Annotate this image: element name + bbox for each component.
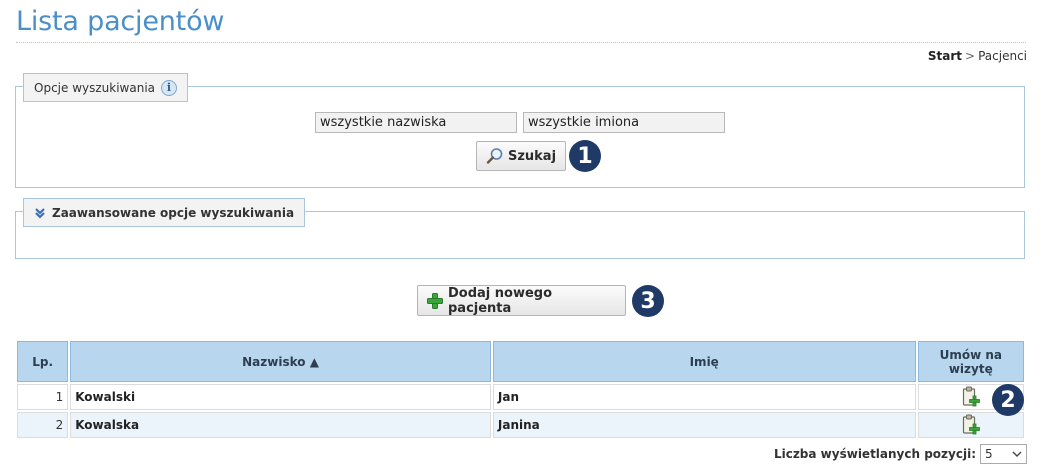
callout-badge-3: 3 [632,285,664,317]
column-header-surname[interactable]: Nazwisko ▲ [70,341,491,382]
page-size-control: Liczba wyświetlanych pozycji: 5 [774,444,1027,464]
search-button[interactable]: Szukaj [476,141,566,171]
search-button-label: Szukaj [507,148,557,164]
column-header-lp: Lp. [17,341,69,382]
row-surname[interactable]: Kowalska [70,412,491,438]
advanced-search-legend-label: Zaawansowane opcje wyszukiwania [52,205,295,220]
search-panel-legend[interactable]: Opcje wyszukiwania i [23,73,189,102]
page-size-value: 5 [985,447,993,461]
plus-icon [426,292,444,310]
search-panel-legend-label: Opcje wyszukiwania [34,80,156,95]
add-patient-button-label: Dodaj nowego pacjenta [448,285,553,316]
breadcrumb-current: Pacjenci [978,49,1027,63]
callout-badge-2: 2 [992,384,1024,416]
table-row[interactable]: 1 Kowalski Jan [17,384,1024,410]
breadcrumb-separator: > [965,49,976,63]
double-chevron-down-icon [34,207,46,219]
callout-badge-1: 1 [569,140,601,172]
add-patient-button[interactable]: Dodaj nowego pacjenta [417,285,626,316]
row-lp: 2 [17,412,69,438]
breadcrumb-home[interactable]: Start [928,49,962,63]
breadcrumb: Start > Pacjenci [928,49,1027,63]
chevron-down-icon [1012,450,1022,458]
page-size-select[interactable]: 5 [980,444,1027,464]
table-row[interactable]: 2 Kowalska Janina [17,412,1024,438]
surname-search-input[interactable] [315,112,517,133]
row-surname[interactable]: Kowalski [70,384,491,410]
info-icon[interactable]: i [161,79,178,96]
magnifier-icon [486,147,504,165]
patients-table: Lp. Nazwisko ▲ Imię Umów na wizytę 1 Kow… [15,339,1026,440]
row-lp: 1 [17,384,69,410]
table-header-row: Lp. Nazwisko ▲ Imię Umów na wizytę [17,341,1024,382]
advanced-search-toggle[interactable]: Zaawansowane opcje wyszukiwania [23,198,306,227]
clipboard-add-icon[interactable] [962,386,980,408]
row-firstname[interactable]: Janina [492,412,916,438]
row-firstname[interactable]: Jan [492,384,916,410]
column-header-firstname[interactable]: Imię [492,341,916,382]
column-header-appointment: Umów na wizytę [917,341,1024,382]
firstname-search-input[interactable] [523,112,725,133]
page-size-label: Liczba wyświetlanych pozycji: [773,447,976,461]
clipboard-add-icon[interactable] [962,414,980,436]
page-title: Lista pacjentów [16,6,225,37]
title-divider [16,42,1026,43]
